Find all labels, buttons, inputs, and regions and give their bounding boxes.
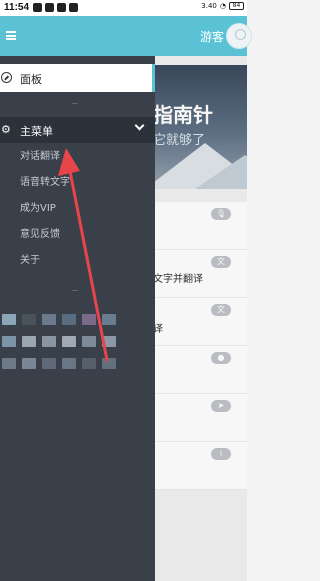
notification-icons (33, 3, 78, 12)
submenu-about[interactable]: 关于 (0, 248, 155, 274)
wifi-icon: ◔ (219, 2, 226, 10)
battery-icon: 84 (229, 2, 244, 10)
notification-icon (57, 3, 66, 12)
main-menu-toggle[interactable]: ⚙ 主菜单 (0, 117, 155, 143)
drawer-scrim[interactable] (155, 16, 247, 581)
network-speed: 3.40 (201, 2, 217, 10)
hamburger-icon[interactable] (6, 31, 16, 40)
nav-drawer: 面板 ⚙ 主菜单 对话翻译 语音转文字 成为VIP 意见反馈 关于 (0, 56, 155, 581)
user-avatar-icon[interactable] (226, 23, 252, 49)
status-time: 11:54 (4, 2, 30, 13)
notification-icon (45, 3, 54, 12)
submenu-dialog-translate[interactable]: 对话翻译 (0, 144, 155, 170)
notification-icon (33, 3, 42, 12)
submenu-speech-to-text[interactable]: 语音转文字 (0, 170, 155, 196)
status-right: 3.40 ◔ 84 (201, 2, 244, 10)
sidebar-item-dashboard[interactable]: 面板 (0, 64, 155, 92)
main-menu-label: 主菜单 (20, 125, 53, 138)
submenu-feedback[interactable]: 意见反馈 (0, 222, 155, 248)
gear-icon: ⚙ (1, 123, 11, 136)
guest-label[interactable]: 游客 (200, 28, 224, 45)
divider (72, 103, 78, 104)
submenu-become-vip[interactable]: 成为VIP (0, 196, 155, 222)
divider (72, 290, 78, 291)
status-bar: 11:54 3.40 ◔ 84 (0, 0, 247, 16)
sidebar-item-label: 面板 (20, 73, 42, 86)
submenu: 对话翻译 语音转文字 成为VIP 意见反馈 关于 (0, 144, 155, 274)
chevron-down-icon (134, 120, 145, 131)
app-header: 游客 (0, 16, 252, 56)
notification-icon (69, 3, 78, 12)
compass-icon (1, 72, 12, 83)
